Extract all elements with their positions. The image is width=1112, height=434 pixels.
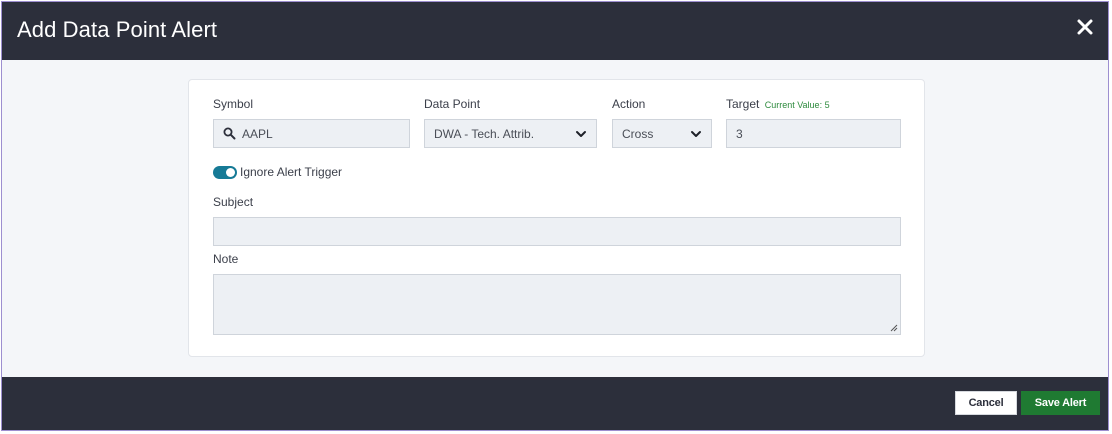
symbol-label: Symbol xyxy=(213,97,254,111)
chevron-down-icon xyxy=(576,130,586,137)
note-label: Note xyxy=(213,252,239,266)
symbol-value: AAPL xyxy=(242,126,273,141)
ignore-trigger-label: Ignore Alert Trigger xyxy=(240,165,343,179)
alert-form: Symbol AAPL Data Point DWA - Tech. Attri… xyxy=(188,79,925,357)
modal-footer: Cancel Save Alert xyxy=(2,377,1108,430)
current-value-hint: Current Value: 5 xyxy=(764,100,830,110)
target-label-text: Target xyxy=(726,97,760,111)
chevron-down-icon xyxy=(691,130,701,137)
note-textarea[interactable] xyxy=(213,274,901,335)
search-icon xyxy=(223,127,236,140)
subject-label: Subject xyxy=(213,195,254,209)
cancel-button[interactable]: Cancel xyxy=(955,391,1017,415)
data-point-label: Data Point xyxy=(424,97,481,111)
add-alert-modal: Add Data Point Alert Symbol AAPL Data Po… xyxy=(1,1,1109,431)
action-select[interactable]: Cross xyxy=(612,119,712,148)
close-icon xyxy=(1077,19,1093,35)
resize-handle-icon[interactable] xyxy=(890,324,898,332)
subject-input[interactable] xyxy=(213,217,901,246)
modal-header: Add Data Point Alert xyxy=(2,2,1108,60)
ignore-trigger-toggle[interactable] xyxy=(213,166,237,179)
target-input[interactable]: 3 xyxy=(726,119,901,148)
save-alert-button[interactable]: Save Alert xyxy=(1021,391,1100,415)
action-label: Action xyxy=(612,97,646,111)
target-label: Target Current Value: 5 xyxy=(726,97,830,111)
modal-title: Add Data Point Alert xyxy=(17,17,218,42)
symbol-input[interactable]: AAPL xyxy=(213,119,410,148)
action-value: Cross xyxy=(622,126,654,141)
close-button[interactable] xyxy=(1074,16,1096,38)
data-point-select[interactable]: DWA - Tech. Attrib. xyxy=(424,119,597,148)
target-value: 3 xyxy=(736,126,743,141)
data-point-value: DWA - Tech. Attrib. xyxy=(434,126,535,141)
toggle-knob xyxy=(226,168,235,177)
